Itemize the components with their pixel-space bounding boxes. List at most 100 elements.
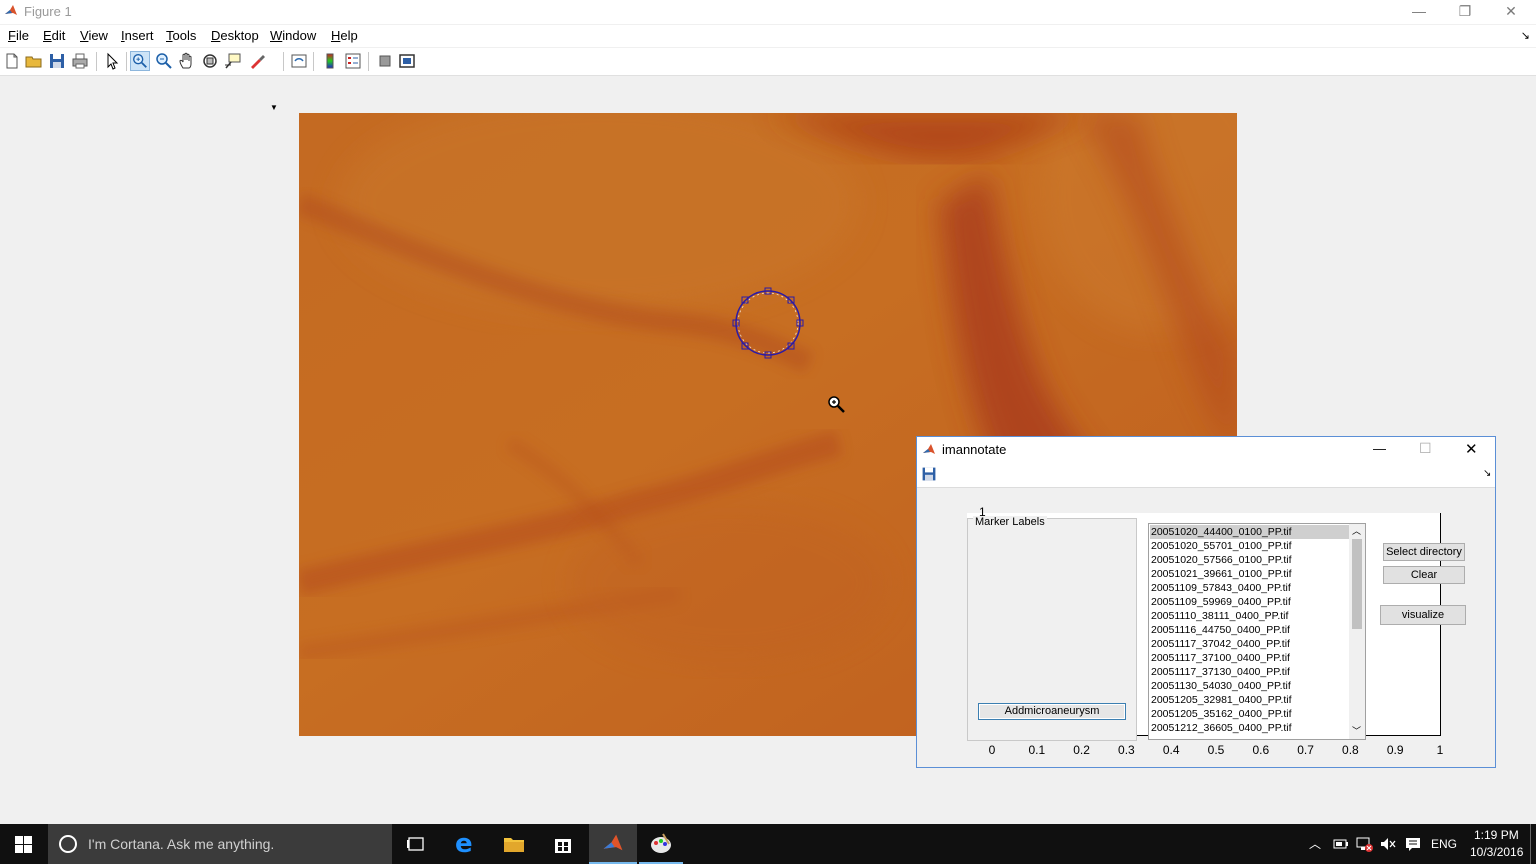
file-list-item[interactable]: 20051117_37042_0400_PP.tif <box>1150 637 1350 651</box>
new-figure-icon[interactable] <box>2 51 22 71</box>
x-tick-label: 0.1 <box>1028 743 1046 757</box>
menu-desktop[interactable]: Desktop <box>211 28 259 43</box>
file-list-item[interactable]: 20051021_39661_0100_PP.tif <box>1150 567 1350 581</box>
visualize-button[interactable]: visualize <box>1380 605 1466 625</box>
taskbar: I'm Cortana. Ask me anything. e ︿ ENG 1:… <box>0 824 1536 864</box>
store-icon[interactable] <box>552 833 574 855</box>
file-list-item[interactable]: 20051020_44400_0100_PP.tif <box>1150 525 1350 539</box>
close-button[interactable]: ✕ <box>1488 0 1534 24</box>
file-list-item[interactable]: 20051109_59969_0400_PP.tif <box>1150 595 1350 609</box>
show-hidden-icons-icon[interactable]: ︿ <box>1309 835 1321 852</box>
file-list-item[interactable]: 20051130_54030_0400_PP.tif <box>1150 679 1350 693</box>
window-title-bar: Figure 1 — ❐ ✕ <box>0 0 1536 24</box>
paint-icon[interactable] <box>649 832 673 856</box>
dialog-minimize-button[interactable]: — <box>1373 441 1386 456</box>
pan-hand-icon[interactable] <box>177 51 197 71</box>
save-icon[interactable] <box>921 466 937 482</box>
scroll-thumb[interactable] <box>1352 539 1362 629</box>
language-indicator[interactable]: ENG <box>1431 837 1457 851</box>
menu-window[interactable]: Window <box>270 28 316 43</box>
zoom-out-icon[interactable] <box>154 51 174 71</box>
insert-colorbar-icon[interactable] <box>320 51 340 71</box>
clock-time[interactable]: 1:19 PM <box>1474 828 1519 842</box>
link-plot-icon[interactable] <box>289 51 309 71</box>
menu-bar: File Edit View Insert Tools Desktop Wind… <box>0 25 1536 47</box>
menu-insert[interactable]: Insert <box>121 28 154 43</box>
network-disconnected-icon[interactable] <box>1355 835 1373 853</box>
print-icon[interactable] <box>70 51 90 71</box>
file-list-item[interactable]: 20051117_37100_0400_PP.tif <box>1150 651 1350 665</box>
toolbar-separator <box>126 52 127 71</box>
menu-tools[interactable]: Tools <box>166 28 196 43</box>
toolbar-separator <box>283 52 284 71</box>
marker-labels-title: Marker Labels <box>973 516 1047 528</box>
brush-icon[interactable] <box>247 51 267 71</box>
x-tick-label: 1 <box>1436 743 1444 757</box>
file-list-item[interactable]: 20051109_57843_0400_PP.tif <box>1150 581 1350 595</box>
open-file-icon[interactable] <box>24 51 44 71</box>
file-list-item[interactable]: 20051110_38111_0400_PP.tif <box>1150 609 1350 623</box>
file-list-item[interactable]: 20051205_35162_0400_PP.tif <box>1150 707 1350 721</box>
edge-browser-icon[interactable]: e <box>455 829 473 859</box>
x-tick-label: 0.7 <box>1297 743 1314 757</box>
task-view-icon[interactable] <box>406 835 426 853</box>
imannotate-window: imannotate — ☐ ✕ ↘ 1 Marker Labels Addmi… <box>916 436 1496 768</box>
x-tick-label: 0.2 <box>1073 743 1090 757</box>
toolbar-separator <box>368 52 369 71</box>
menu-view[interactable]: View <box>80 28 108 43</box>
rotate-3d-icon[interactable] <box>200 51 220 71</box>
add-microaneurysm-button[interactable]: Addmicroaneurysm <box>978 703 1126 720</box>
file-listbox[interactable]: 20051020_44400_0100_PP.tif 20051020_55701… <box>1148 523 1366 740</box>
file-list-item[interactable]: 20051116_44750_0400_PP.tif <box>1150 623 1350 637</box>
clear-button[interactable]: Clear <box>1383 566 1465 584</box>
dialog-dock-icon[interactable]: ↘ <box>1483 468 1491 479</box>
battery-plug-icon[interactable] <box>1332 836 1350 852</box>
matlab-icon <box>5 5 17 15</box>
restore-button[interactable]: ❐ <box>1442 0 1488 24</box>
data-cursor-icon[interactable] <box>223 51 243 71</box>
menu-edit[interactable]: Edit <box>43 28 65 43</box>
zoom-cursor-icon <box>828 396 845 413</box>
file-list-scrollbar[interactable]: ︿ ﹀ <box>1349 524 1365 739</box>
dialog-toolbar: ↘ <box>917 463 1495 488</box>
dialog-title: imannotate <box>942 442 1007 457</box>
x-tick-label: 0.9 <box>1386 743 1404 757</box>
file-list-item[interactable]: 20051020_55701_0100_PP.tif <box>1150 539 1350 553</box>
toolbar-separator <box>96 52 97 71</box>
dialog-close-button[interactable]: ✕ <box>1465 440 1478 458</box>
volume-muted-icon[interactable] <box>1379 836 1397 852</box>
edit-plot-arrow-icon[interactable] <box>102 51 122 71</box>
windows-start-icon[interactable] <box>15 836 32 853</box>
scroll-up-icon[interactable]: ︿ <box>1352 524 1361 537</box>
dialog-maximize-button[interactable]: ☐ <box>1419 440 1432 457</box>
menu-file[interactable]: File <box>8 28 29 43</box>
select-directory-button[interactable]: Select directory <box>1383 543 1465 561</box>
file-explorer-icon[interactable] <box>503 834 525 854</box>
cortana-search-box[interactable]: I'm Cortana. Ask me anything. <box>48 824 392 864</box>
dock-figure-icon[interactable]: ↘ <box>1521 29 1530 42</box>
x-tick-label: 0 <box>988 743 996 757</box>
scroll-down-icon[interactable]: ﹀ <box>1352 724 1361 737</box>
file-list-item[interactable]: 20051212_36605_0400_PP.tif <box>1150 721 1350 735</box>
menu-help[interactable]: Help <box>331 28 358 43</box>
show-plot-tools-icon[interactable] <box>397 51 417 71</box>
taskbar-matlab-button[interactable] <box>589 824 637 864</box>
file-list-item[interactable]: 20051117_37130_0400_PP.tif <box>1150 665 1350 679</box>
dialog-title-bar: imannotate — ☐ ✕ <box>917 437 1495 463</box>
minimize-button[interactable]: — <box>1396 0 1442 24</box>
action-center-icon[interactable] <box>1404 836 1422 852</box>
window-title: Figure 1 <box>24 4 72 19</box>
file-list-item[interactable]: 20051205_32981_0400_PP.tif <box>1150 693 1350 707</box>
zoom-in-icon[interactable] <box>130 51 150 71</box>
clock-date[interactable]: 10/3/2016 <box>1470 845 1523 859</box>
show-desktop-button[interactable] <box>1530 824 1531 864</box>
brush-dropdown-arrow-icon[interactable]: ▼ <box>270 103 278 112</box>
x-tick-label: 0.4 <box>1162 743 1180 757</box>
x-tick-label: 0.8 <box>1342 743 1359 757</box>
file-list-item[interactable]: 20051020_57566_0100_PP.tif <box>1150 553 1350 567</box>
save-icon[interactable] <box>47 51 67 71</box>
hide-plot-tools-icon[interactable] <box>375 51 395 71</box>
insert-legend-icon[interactable] <box>343 51 363 71</box>
figure-toolbar: ▼ <box>0 48 1536 112</box>
marker-labels-panel: Marker Labels Addmicroaneurysm <box>967 516 1137 741</box>
